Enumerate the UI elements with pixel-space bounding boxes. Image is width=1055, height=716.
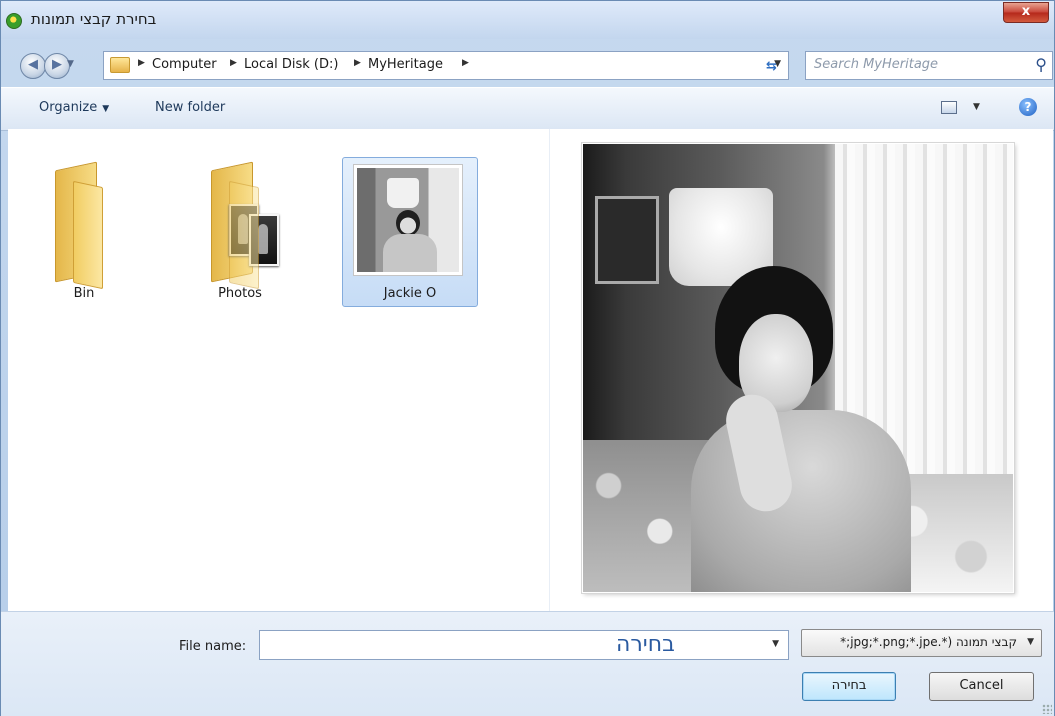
file-browser-pane: Bin Photos Jackie O (8, 129, 1053, 611)
open-button[interactable]: בחירה (802, 672, 896, 701)
file-name-value: בחירה (616, 632, 675, 657)
address-bar[interactable]: ▶ Computer ▶ Local Disk (D:) ▶ MyHeritag… (103, 51, 789, 80)
breadcrumb-separator-icon[interactable]: ▶ (230, 58, 237, 68)
help-icon[interactable]: ? (1019, 98, 1037, 116)
file-item-bin[interactable]: Bin (16, 157, 152, 307)
resize-grip[interactable] (1042, 704, 1052, 714)
search-placeholder: Search MyHeritage (814, 57, 939, 72)
breadcrumb-separator-icon[interactable]: ▶ (354, 58, 361, 68)
refresh-icon[interactable]: ⇆ (766, 59, 777, 74)
folder-icon (110, 57, 130, 73)
file-type-value: קבצי תמונה (*.jpg;*.png;*.jpe;* (840, 635, 1017, 649)
chevron-down-icon: ▼ (1027, 637, 1034, 647)
preview-image (583, 144, 1013, 592)
cancel-button[interactable]: Cancel (929, 672, 1034, 701)
preview-divider[interactable] (549, 129, 550, 611)
file-item-label: Photos (218, 286, 262, 301)
title-bar: בחירת קבצי תמונות x (1, 1, 1054, 39)
command-bar: Organize ▼ New folder ▼ ? (1, 87, 1054, 131)
image-thumbnail (353, 164, 463, 276)
dialog-footer: File name: בחירה ▼ קבצי תמונה (*.jpg;*.p… (1, 611, 1054, 716)
close-button[interactable]: x (1003, 2, 1049, 23)
search-icon[interactable]: ⚲ (1035, 55, 1047, 74)
file-name-field[interactable]: בחירה ▼ (259, 630, 789, 660)
breadcrumb-myheritage[interactable]: MyHeritage (368, 57, 443, 72)
folder-icon (51, 161, 117, 290)
organize-menu[interactable]: Organize ▼ (39, 100, 109, 115)
new-folder-button[interactable]: New folder (155, 100, 225, 115)
file-name-label: File name: (179, 639, 247, 654)
app-logo-icon (6, 13, 22, 29)
file-name-dropdown-icon[interactable]: ▼ (772, 639, 779, 649)
breadcrumb-computer[interactable]: Computer (152, 57, 217, 72)
file-dialog-window: בחירת קבצי תמונות x ◀ ▶ ▼ ▶ Computer ▶ L… (0, 0, 1055, 716)
breadcrumb-separator-icon[interactable]: ▶ (462, 58, 469, 68)
file-item-photos[interactable]: Photos (172, 157, 308, 307)
view-mode-icon[interactable] (941, 101, 957, 114)
search-box[interactable]: Search MyHeritage ⚲ (805, 51, 1053, 80)
file-type-select[interactable]: קבצי תמונה (*.jpg;*.png;*.jpe;* ▼ (801, 629, 1042, 657)
file-item-jackie-o[interactable]: Jackie O (342, 157, 478, 307)
preview-pane (582, 143, 1014, 593)
breadcrumb-local-disk[interactable]: Local Disk (D:) (244, 57, 338, 72)
breadcrumb-separator-icon[interactable]: ▶ (138, 58, 145, 68)
chevron-down-icon: ▼ (102, 104, 110, 114)
address-row: ◀ ▶ ▼ ▶ Computer ▶ Local Disk (D:) ▶ MyH… (1, 45, 1054, 81)
history-dropdown-icon[interactable]: ▼ (67, 59, 74, 69)
file-item-label: Bin (73, 286, 95, 301)
view-dropdown-icon[interactable]: ▼ (973, 102, 980, 112)
folder-icon (207, 161, 279, 290)
organize-label: Organize (39, 100, 98, 115)
window-title: בחירת קבצי תמונות (31, 10, 157, 28)
back-arrow-icon[interactable]: ◀ (20, 53, 46, 79)
file-item-label: Jackie O (383, 286, 437, 301)
